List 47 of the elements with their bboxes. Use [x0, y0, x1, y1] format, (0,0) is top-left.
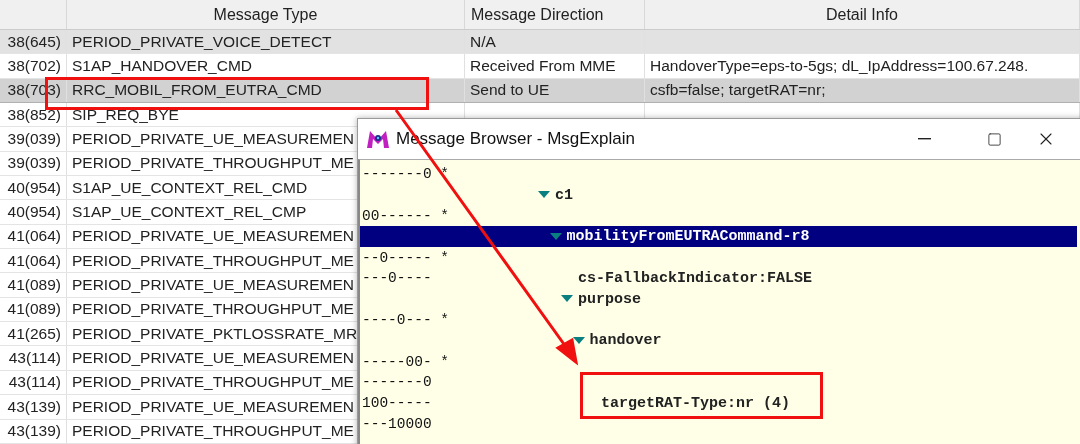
tree-node-label[interactable]: cs-FallbackIndicator:FALSE — [578, 269, 813, 287]
highlighted-table-row[interactable]: 38(645) PERIOD_PRIVATE_VOICE_DETECT N/A — [0, 30, 1080, 55]
minimize-icon — [917, 138, 931, 140]
tree-node-label[interactable]: targetRAT-Type:nr (4) — [601, 394, 791, 412]
bit-pattern: --0----- * — [361, 249, 450, 266]
table-cell: HandoverType=eps-to-5gs; dL_IpAddress=100.67.248. — [645, 54, 1080, 78]
table-cell: 38(702) — [0, 54, 67, 78]
expanded-triangle-icon[interactable] — [561, 295, 573, 304]
table-cell: 43(114) — [0, 346, 67, 370]
table-cell: 43(139) — [0, 419, 67, 443]
table-cell: csfb=false; targetRAT=nr; — [645, 78, 1080, 103]
column-header[interactable]: Message Direction — [465, 0, 645, 29]
app-logo-icon — [366, 129, 390, 149]
expanded-triangle-icon[interactable] — [549, 232, 562, 241]
table-cell: Received From MME — [465, 54, 645, 78]
table-cell: 41(265) — [0, 322, 67, 346]
selected-tree-row[interactable]: mobilityFromEUTRACommand-r8 — [360, 226, 1077, 248]
table-cell: 38(645) — [0, 30, 67, 54]
tree-node-label[interactable]: purpose — [578, 290, 641, 308]
table-cell: 41(089) — [0, 273, 67, 297]
bit-pattern: -----00- * — [361, 353, 450, 370]
table-cell: 41(064) — [0, 224, 67, 249]
table-cell: N/A — [465, 30, 645, 54]
table-cell: 39(039) — [0, 127, 67, 151]
tree-node-label[interactable]: mobilityFromEUTRACommand-r8 — [566, 228, 810, 246]
table-cell: 40(954) — [0, 176, 67, 200]
table-cell: 41(064) — [0, 249, 67, 273]
tree-node-label[interactable]: handover — [589, 332, 662, 350]
table-cell: 39(039) — [0, 151, 67, 176]
table-cell: 41(089) — [0, 297, 67, 322]
table-cell: S1AP_HANDOVER_CMD — [67, 54, 465, 78]
table-cell: 40(954) — [0, 200, 67, 224]
tree-node-label[interactable]: c1 — [555, 186, 573, 204]
table-cell: 43(114) — [0, 370, 67, 395]
column-header[interactable]: Message Type — [67, 0, 465, 29]
column-header[interactable]: Detail Info — [645, 0, 1080, 29]
bit-pattern: ---0---- — [361, 270, 433, 287]
table-cell: PERIOD_PRIVATE_VOICE_DETECT — [67, 30, 465, 54]
table-cell: 43(139) — [0, 395, 67, 419]
expanded-triangle-icon[interactable] — [538, 191, 550, 200]
expanded-triangle-icon[interactable] — [572, 336, 585, 345]
bit-pattern: -------0 — [361, 374, 433, 391]
bit-pattern: 00------ * — [361, 208, 450, 224]
table-cell: Send to UE — [465, 78, 645, 103]
maximize-icon — [986, 131, 1002, 147]
bit-pattern: 100----- — [361, 395, 433, 412]
table-cell: 38(852) — [0, 103, 67, 127]
